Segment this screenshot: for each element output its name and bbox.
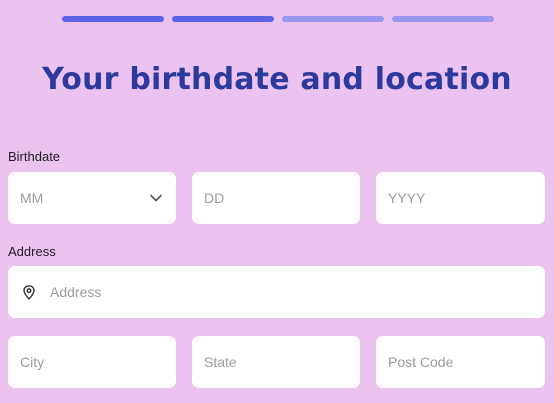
year-placeholder: YYYY <box>388 190 426 206</box>
address-label: Address <box>8 244 56 259</box>
address-field[interactable]: Address <box>8 266 545 318</box>
progress-step-2 <box>172 16 274 22</box>
page-title: Your birthdate and location <box>42 62 512 97</box>
day-placeholder: DD <box>204 190 225 206</box>
year-field[interactable]: YYYY <box>376 172 545 224</box>
day-field[interactable]: DD <box>192 172 360 224</box>
state-placeholder: State <box>204 354 237 370</box>
postcode-field[interactable]: Post Code <box>376 336 545 388</box>
progress-step-3 <box>282 16 384 22</box>
month-select[interactable]: MM <box>8 172 176 224</box>
month-placeholder: MM <box>20 190 44 206</box>
postcode-placeholder: Post Code <box>388 354 454 370</box>
progress-indicator <box>62 16 494 22</box>
address-placeholder: Address <box>50 284 102 300</box>
birthdate-label: Birthdate <box>8 149 61 164</box>
state-field[interactable]: State <box>192 336 360 388</box>
progress-step-4 <box>392 16 494 22</box>
progress-step-1 <box>62 16 164 22</box>
chevron-down-icon <box>148 190 164 206</box>
city-placeholder: City <box>20 354 45 370</box>
location-pin-icon <box>20 283 38 301</box>
city-field[interactable]: City <box>8 336 176 388</box>
